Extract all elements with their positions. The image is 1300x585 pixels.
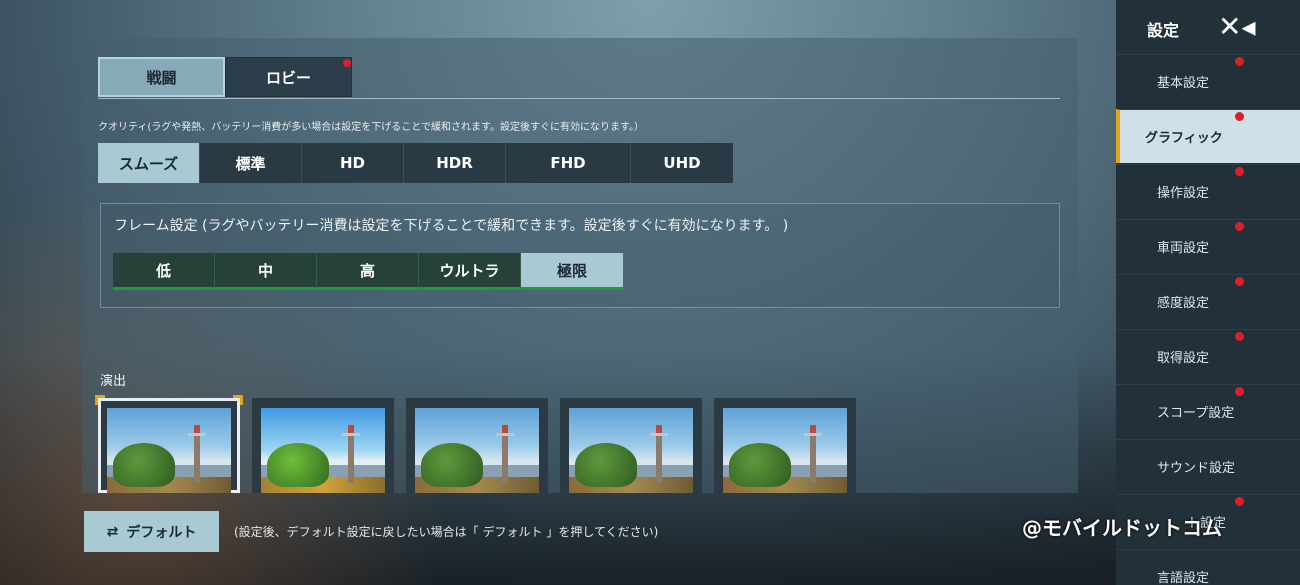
frame-label: フレーム設定 (ラグやバッテリー消費は設定を下げることで緩和できます。設定後すぐ…: [114, 218, 789, 234]
tab-lobby[interactable]: ロビー: [225, 57, 352, 97]
effect-thumbnail[interactable]: [714, 398, 856, 493]
notification-dot: [343, 59, 351, 67]
effects-label: 演出: [100, 374, 127, 389]
sidebar-item-sound[interactable]: サウンド設定: [1116, 439, 1300, 493]
notification-dot: [1235, 222, 1244, 231]
scene-preview-image: [107, 408, 231, 493]
default-note: (設定後、デフォルト設定に戻したい場合は「 デフォルト 」を押してください): [234, 525, 659, 539]
sidebar-item-controls[interactable]: 操作設定: [1116, 164, 1300, 218]
notification-dot: [1235, 167, 1244, 176]
default-button-label: デフォルト: [126, 524, 197, 541]
tab-lobby-label: ロビー: [265, 68, 311, 87]
scene-preview-image: [723, 408, 847, 493]
scene-preview-image: [261, 408, 385, 493]
effect-thumbnail[interactable]: [95, 395, 243, 493]
frame-option-low[interactable]: 低: [113, 253, 215, 290]
sidebar-item-pickup[interactable]: 取得設定: [1116, 329, 1300, 383]
sidebar-item-label: 車両設定: [1157, 241, 1210, 256]
sidebar-item-label: スコープ設定: [1157, 406, 1235, 421]
tab-battle-label: 戦闘: [146, 68, 177, 87]
close-icon[interactable]: ✕◂: [1218, 12, 1256, 44]
scene-preview-image: [415, 408, 539, 493]
notification-dot: [1235, 387, 1244, 396]
notification-dot: [1235, 112, 1244, 121]
effect-thumbnail[interactable]: [406, 398, 548, 493]
frame-option-ultra[interactable]: ウルトラ: [419, 253, 521, 290]
sidebar-item-language[interactable]: 言語設定: [1116, 549, 1300, 585]
sidebar-item-label: 取得設定: [1157, 351, 1210, 366]
reset-icon: ⇄: [106, 523, 119, 540]
sidebar-item-label: 基本設定: [1157, 76, 1210, 91]
notification-dot: [1235, 57, 1244, 66]
sidebar-item-label: サウンド設定: [1157, 461, 1236, 476]
sidebar-item-label: 言語設定: [1157, 571, 1210, 585]
frame-selector: 低 中 高 ウルトラ 極限: [113, 253, 623, 290]
frame-option-extreme[interactable]: 極限: [521, 253, 623, 290]
frame-settings-box: フレーム設定 (ラグやバッテリー消費は設定を下げることで緩和できます。設定後すぐ…: [100, 203, 1060, 308]
settings-sidebar: 設定 ✕◂ 基本設定 グラフィック 操作設定 車両設定 感度設定 取得設定 スコ…: [1116, 0, 1300, 585]
sidebar-item-basic[interactable]: 基本設定: [1116, 54, 1300, 108]
sidebar-item-label: グラフィック: [1145, 131, 1223, 146]
sidebar-title: 設定: [1147, 21, 1180, 40]
tab-battle[interactable]: 戦闘: [98, 57, 225, 97]
notification-dot: [1235, 332, 1244, 341]
sidebar-item-vehicle[interactable]: 車両設定: [1116, 219, 1300, 273]
graphics-settings-panel: 戦闘 ロビー クオリティ(ラグや発熱、バッテリー消費が多い場合は設定を下げること…: [82, 38, 1078, 493]
sidebar-item-label: 感度設定: [1157, 296, 1210, 311]
quality-selector: スムーズ 標準 HD HDR FHD UHD: [98, 143, 733, 183]
quality-option-hd[interactable]: HD: [302, 143, 404, 183]
divider: [98, 98, 1060, 99]
selection-corner: [233, 395, 243, 405]
quality-label: クオリティ(ラグや発熱、バッテリー消費が多い場合は設定を下げることで緩和されます…: [98, 122, 645, 133]
top-tabs: 戦闘 ロビー: [98, 57, 352, 97]
default-button[interactable]: ⇄ デフォルト: [84, 511, 219, 552]
sidebar-item-graphics[interactable]: グラフィック: [1116, 109, 1300, 163]
watermark: @モバイルドットコム: [1022, 516, 1222, 540]
quality-option-standard[interactable]: 標準: [200, 143, 302, 183]
quality-option-fhd[interactable]: FHD: [506, 143, 631, 183]
sidebar-item-label: 操作設定: [1157, 186, 1210, 201]
frame-option-medium[interactable]: 中: [215, 253, 317, 290]
notification-dot: [1235, 277, 1244, 286]
sidebar-item-sensitivity[interactable]: 感度設定: [1116, 274, 1300, 328]
quality-option-uhd[interactable]: UHD: [631, 143, 733, 183]
notification-dot: [1235, 497, 1244, 506]
effect-thumbnail[interactable]: [560, 398, 702, 493]
effect-thumbnail[interactable]: [252, 398, 394, 493]
quality-option-hdr[interactable]: HDR: [404, 143, 506, 183]
selection-corner: [95, 395, 105, 405]
sidebar-item-scope[interactable]: スコープ設定: [1116, 384, 1300, 438]
frame-option-high[interactable]: 高: [317, 253, 419, 290]
quality-option-smooth[interactable]: スムーズ: [98, 143, 200, 183]
scene-preview-image: [569, 408, 693, 493]
effects-thumbnails: [95, 395, 856, 493]
